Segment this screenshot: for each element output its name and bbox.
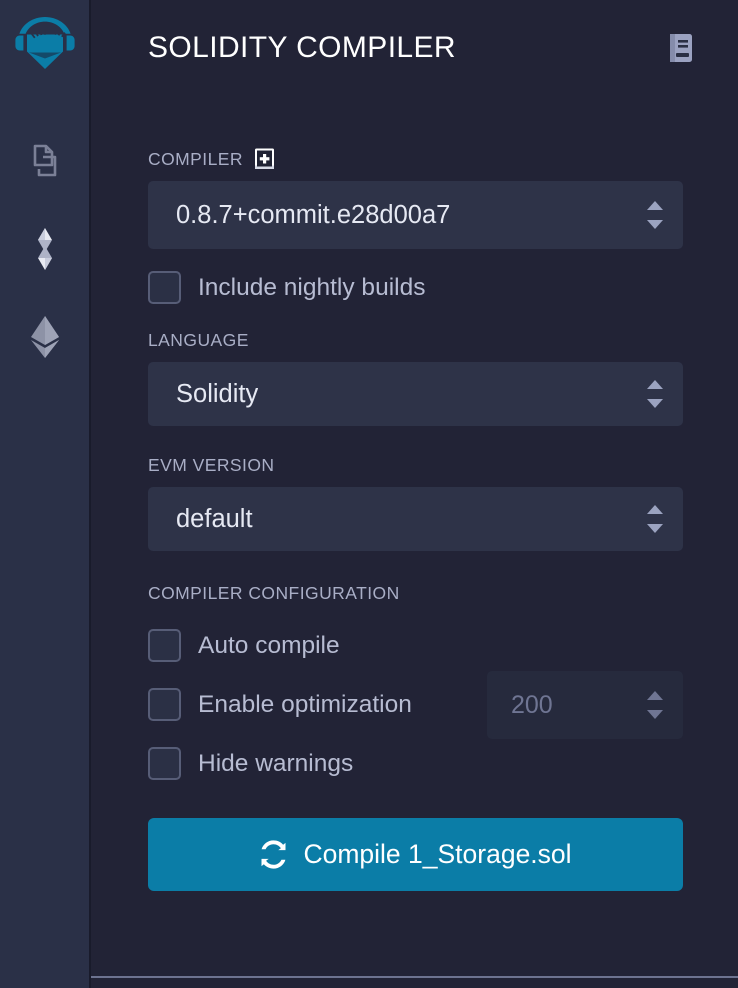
chevron-updown-icon xyxy=(647,505,663,533)
enable-optimization-label: Enable optimization xyxy=(198,690,412,718)
configuration-label-text: COMPILER CONFIGURATION xyxy=(148,583,400,603)
auto-compile-checkbox[interactable] xyxy=(148,629,181,662)
compiler-version-value: 0.8.7+commit.e28d00a7 xyxy=(176,200,451,229)
compile-button[interactable]: Compile 1_Storage.sol xyxy=(148,818,683,891)
nightly-builds-checkbox[interactable] xyxy=(148,271,181,304)
evm-label-text: EVM VERSION xyxy=(148,455,275,475)
hide-warnings-label: Hide warnings xyxy=(198,749,354,777)
nightly-builds-label: Include nightly builds xyxy=(198,273,426,301)
panel-body: COMPILER 0.8.7+commit.e28d00a7 Include n… xyxy=(91,148,738,891)
sidebar-item-deploy-run[interactable] xyxy=(14,308,76,370)
language-value: Solidity xyxy=(176,379,259,408)
chevron-updown-icon xyxy=(647,380,663,408)
auto-compile-row[interactable]: Auto compile xyxy=(148,629,683,662)
file-explorer-icon xyxy=(22,139,68,190)
language-section-label: LANGUAGE xyxy=(148,330,683,351)
evm-version-value: default xyxy=(176,504,253,533)
evm-section-label: EVM VERSION xyxy=(148,455,683,476)
nightly-builds-row[interactable]: Include nightly builds xyxy=(148,271,683,304)
chevron-updown-icon xyxy=(647,201,663,229)
icon-panel xyxy=(0,0,91,988)
plus-square-icon[interactable] xyxy=(254,148,275,170)
evm-version-select[interactable]: default xyxy=(148,487,683,551)
sync-icon xyxy=(259,840,288,869)
book-icon[interactable] xyxy=(668,33,694,63)
sidebar-item-remix-home[interactable] xyxy=(6,10,84,88)
optimization-runs-wrapper xyxy=(487,671,683,739)
solidity-logo-icon xyxy=(23,226,67,277)
compiler-label-text: COMPILER xyxy=(148,148,244,169)
ethereum-logo-icon xyxy=(23,314,67,365)
sidebar-item-file-explorers[interactable] xyxy=(14,133,76,195)
language-select[interactable]: Solidity xyxy=(148,362,683,426)
auto-compile-label: Auto compile xyxy=(198,631,340,659)
page-title: SOLIDITY COMPILER xyxy=(148,31,456,64)
hide-warnings-checkbox[interactable] xyxy=(148,747,181,780)
panel-divider xyxy=(91,976,738,978)
optimization-runs-input[interactable] xyxy=(487,671,683,739)
compiler-panel: SOLIDITY COMPILER COMPILER 0.8.7+commit.… xyxy=(91,0,738,988)
configuration-section-label: COMPILER CONFIGURATION xyxy=(148,583,683,604)
language-label-text: LANGUAGE xyxy=(148,330,249,350)
enable-optimization-checkbox[interactable] xyxy=(148,688,181,721)
hide-warnings-row[interactable]: Hide warnings xyxy=(148,747,683,780)
sidebar-item-solidity-compiler[interactable] xyxy=(14,220,76,282)
compile-button-label: Compile 1_Storage.sol xyxy=(303,839,572,869)
compiler-section-label: COMPILER xyxy=(148,148,683,170)
compiler-version-select[interactable]: 0.8.7+commit.e28d00a7 xyxy=(148,181,683,249)
panel-header: SOLIDITY COMPILER xyxy=(91,0,738,96)
remix-logo-icon xyxy=(7,9,83,90)
enable-optimization-row[interactable]: Enable optimization xyxy=(148,671,683,739)
solidity-compiler-plugin: SOLIDITY COMPILER COMPILER 0.8.7+commit.… xyxy=(0,0,738,988)
